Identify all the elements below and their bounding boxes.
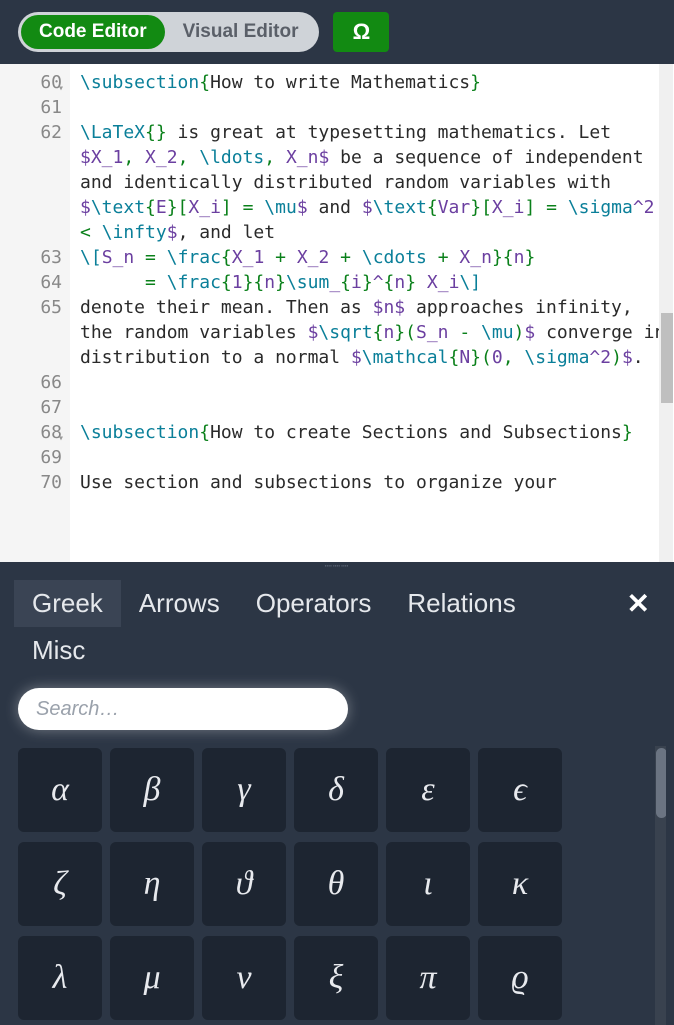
symbol-button[interactable]: ν — [202, 936, 286, 1020]
line-number: 63 — [0, 245, 62, 270]
symbol-scroll-area: αβγδεϵ ζηϑθικ λμνξπϱ — [14, 746, 666, 1025]
palette-scrollbar-track[interactable] — [655, 746, 666, 1025]
code-line[interactable] — [80, 370, 668, 395]
line-number: 67 — [0, 395, 62, 420]
code-editor[interactable]: 6061626364656667686970 \subsection{How t… — [0, 64, 674, 562]
symbol-button[interactable]: ϱ — [478, 936, 562, 1020]
line-number: 65 — [0, 295, 62, 370]
symbol-button[interactable]: η — [110, 842, 194, 926]
code-line[interactable]: Use section and subsections to organize … — [80, 470, 668, 495]
symbol-palette-toggle-button[interactable]: Ω — [333, 12, 389, 52]
code-line[interactable]: = \frac{1}{n}\sum_{i}^{n} X_i\] — [80, 270, 668, 295]
symbol-button[interactable]: ϑ — [202, 842, 286, 926]
symbol-button[interactable]: μ — [110, 936, 194, 1020]
omega-icon: Ω — [353, 19, 371, 45]
symbol-button[interactable]: δ — [294, 748, 378, 832]
code-line[interactable] — [80, 395, 668, 420]
code-line[interactable]: \subsection{How to write Mathematics} — [80, 70, 668, 95]
palette-tab-misc[interactable]: Misc — [14, 627, 103, 674]
symbol-button[interactable]: γ — [202, 748, 286, 832]
symbol-button[interactable]: β — [110, 748, 194, 832]
line-number: 70 — [0, 470, 62, 495]
code-area[interactable]: \subsection{How to write Mathematics} \L… — [70, 64, 674, 562]
symbol-button[interactable]: α — [18, 748, 102, 832]
symbol-palette: GreekArrowsOperatorsRelations ✕ Misc αβγδε… — [0, 570, 674, 1025]
code-line[interactable]: denote their mean. Then as $n$ approache… — [80, 295, 668, 370]
symbol-button[interactable]: θ — [294, 842, 378, 926]
line-number-gutter: 6061626364656667686970 — [0, 64, 70, 562]
palette-tab-operators[interactable]: Operators — [238, 580, 390, 627]
symbol-button[interactable]: ϵ — [478, 748, 562, 832]
palette-close-button[interactable]: ✕ — [617, 583, 660, 624]
line-number: 61 — [0, 95, 62, 120]
symbol-button[interactable]: ζ — [18, 842, 102, 926]
symbol-button[interactable]: ι — [386, 842, 470, 926]
code-line[interactable] — [80, 95, 668, 120]
symbol-grid: αβγδεϵ ζηϑθικ λμνξπϱ — [14, 746, 666, 1022]
code-line[interactable]: \subsection{How to create Sections and S… — [80, 420, 668, 445]
editor-scrollbar-thumb[interactable] — [661, 313, 673, 403]
top-toolbar: Code Editor Visual Editor Ω — [0, 0, 674, 64]
split-drag-handle[interactable]: ┈┈┈ — [0, 562, 674, 570]
code-editor-tab[interactable]: Code Editor — [21, 15, 165, 49]
visual-editor-tab[interactable]: Visual Editor — [165, 15, 317, 49]
palette-tab-arrows[interactable]: Arrows — [121, 580, 238, 627]
symbol-button[interactable]: ε — [386, 748, 470, 832]
palette-tab-relations[interactable]: Relations — [389, 580, 533, 627]
line-number: 62 — [0, 120, 62, 245]
symbol-button[interactable]: κ — [478, 842, 562, 926]
palette-tab-greek[interactable]: Greek — [14, 580, 121, 627]
line-number: 66 — [0, 370, 62, 395]
symbol-button[interactable]: π — [386, 936, 470, 1020]
code-line[interactable]: \[S_n = \frac{X_1 + X_2 + \cdots + X_n}{… — [80, 245, 668, 270]
palette-scrollbar-thumb[interactable] — [656, 748, 666, 818]
line-number: 69 — [0, 445, 62, 470]
code-line[interactable] — [80, 445, 668, 470]
line-number: 68 — [0, 420, 62, 445]
palette-search-input[interactable] — [18, 688, 348, 730]
line-number: 60 — [0, 70, 62, 95]
editor-mode-toggle: Code Editor Visual Editor — [18, 12, 319, 52]
symbol-button[interactable]: ξ — [294, 936, 378, 1020]
palette-search-wrap — [14, 674, 660, 746]
code-line[interactable]: \LaTeX{} is great at typesetting mathema… — [80, 120, 668, 245]
line-number: 64 — [0, 270, 62, 295]
symbol-button[interactable]: λ — [18, 936, 102, 1020]
editor-scrollbar-track[interactable] — [659, 64, 673, 562]
palette-tabs-row: GreekArrowsOperatorsRelations ✕ Misc — [14, 580, 660, 674]
